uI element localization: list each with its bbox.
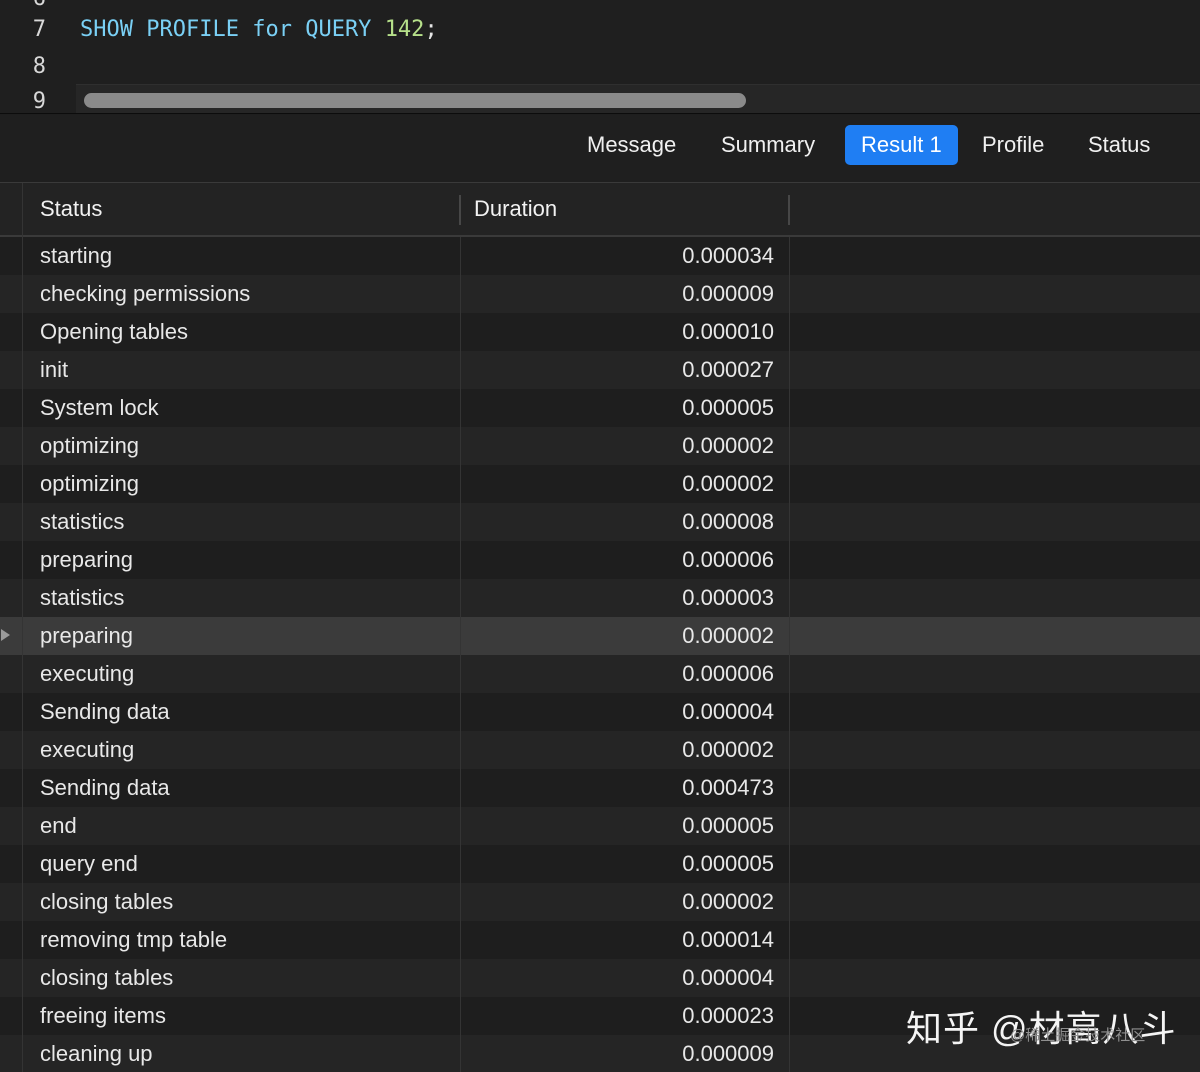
cell-duration[interactable]: 0.000027 [462,351,774,389]
sql-editor[interactable]: 6 7 8 9 SHOW PROFILE for QUERY 142; [0,0,1200,114]
column-header-duration[interactable]: Duration [474,183,557,235]
cell-status[interactable]: statistics [40,579,124,617]
line-number: 8 [0,54,46,79]
cell-status[interactable]: System lock [40,389,159,427]
cell-duration[interactable]: 0.000003 [462,579,774,617]
cell-duration[interactable]: 0.000034 [462,237,774,275]
cell-status[interactable]: Sending data [40,693,170,731]
cell-status[interactable]: preparing [40,617,133,655]
cell-duration[interactable]: 0.000002 [462,465,774,503]
tab-summary[interactable]: Summary [705,125,831,165]
current-row-indicator-icon [1,629,10,641]
sql-keyword: for [252,17,292,42]
column-resize-handle[interactable] [459,195,461,225]
table-row[interactable]: end 0.000005 [0,807,1200,845]
table-row[interactable]: closing tables 0.000002 [0,883,1200,921]
column-divider [789,237,790,1072]
cell-status[interactable]: optimizing [40,465,139,503]
result-grid[interactable]: Status Duration starting0.000034checking… [0,183,1200,1072]
cell-status[interactable]: executing [40,731,134,769]
tab-status[interactable]: Status [1072,125,1166,165]
sql-keyword: SHOW [80,17,133,42]
table-row[interactable]: executing 0.000002 [0,731,1200,769]
table-row[interactable]: Opening tables 0.000010 [0,313,1200,351]
line-number: 9 [0,89,46,114]
sql-number: 142 [385,17,425,42]
table-row[interactable]: Sending data 0.000473 [0,769,1200,807]
table-row[interactable]: statistics 0.000003 [0,579,1200,617]
table-row[interactable]: starting 0.000034 [0,237,1200,275]
cell-status[interactable]: optimizing [40,427,139,465]
cell-duration[interactable]: 0.000006 [462,655,774,693]
cell-duration[interactable]: 0.000009 [462,275,774,313]
cell-status[interactable]: checking permissions [40,275,250,313]
sql-terminator: ; [424,17,437,42]
cell-duration[interactable]: 0.000008 [462,503,774,541]
cell-status[interactable]: removing tmp table [40,921,227,959]
table-body: starting 0.000034 checking permissions 0.00… [0,237,1200,1072]
sql-keyword: PROFILE [146,17,239,42]
table-row[interactable]: executing 0.000006 [0,655,1200,693]
cell-duration[interactable]: 0.000005 [462,807,774,845]
cell-status[interactable]: Opening tables [40,313,188,351]
table-row[interactable]: removing tmp table 0.000014 [0,921,1200,959]
horizontal-scrollbar[interactable] [76,84,1200,114]
cell-status[interactable]: closing tables [40,883,173,921]
table-row[interactable]: optimizing 0.000002 [0,465,1200,503]
cell-duration[interactable]: 0.000010 [462,313,774,351]
cell-status[interactable]: end [40,807,77,845]
cell-status[interactable]: cleaning up [40,1035,153,1072]
line-number: 7 [0,17,46,42]
result-tabbar: Message Summary Result 1 Profile Status [0,115,1200,183]
table-row[interactable]: query end 0.000005 [0,845,1200,883]
watermark-sub: @稀土掘金技术社区 [1010,1024,1145,1045]
sql-keyword: QUERY [305,17,371,42]
cell-duration[interactable]: 0.000014 [462,921,774,959]
cell-status[interactable]: statistics [40,503,124,541]
cell-status[interactable]: starting [40,237,112,275]
cell-duration[interactable]: 0.000002 [462,617,774,655]
cell-status[interactable]: init [40,351,68,389]
cell-duration[interactable]: 0.000009 [462,1035,774,1072]
table-row[interactable]: closing tables 0.000004 [0,959,1200,997]
cell-duration[interactable]: 0.000002 [462,883,774,921]
tab-profile[interactable]: Profile [966,125,1060,165]
column-divider [460,237,461,1072]
cell-duration[interactable]: 0.000006 [462,541,774,579]
table-row[interactable]: System lock 0.000005 [0,389,1200,427]
cell-status[interactable]: Sending data [40,769,170,807]
line-number: 6 [0,0,46,11]
table-row[interactable]: preparing 0.000002 [0,617,1200,655]
table-row[interactable]: Sending data 0.000004 [0,693,1200,731]
cell-duration[interactable]: 0.000005 [462,845,774,883]
table-row[interactable]: optimizing 0.000002 [0,427,1200,465]
cell-duration[interactable]: 0.000005 [462,389,774,427]
cell-status[interactable]: executing [40,655,134,693]
column-resize-handle[interactable] [788,195,790,225]
row-gutter-divider [22,183,23,1072]
table-row[interactable]: checking permissions 0.000009 [0,275,1200,313]
tab-message[interactable]: Message [571,125,692,165]
table-row[interactable]: preparing 0.000006 [0,541,1200,579]
scrollbar-thumb[interactable] [84,93,746,108]
table-row[interactable]: statistics 0.000008 [0,503,1200,541]
code-line[interactable]: SHOW PROFILE for QUERY 142; [80,17,438,42]
cell-duration[interactable]: 0.000002 [462,731,774,769]
cell-duration[interactable]: 0.000004 [462,959,774,997]
cell-status[interactable]: freeing items [40,997,166,1035]
cell-duration[interactable]: 0.000004 [462,693,774,731]
tab-result-1[interactable]: Result 1 [845,125,958,165]
cell-duration[interactable]: 0.000002 [462,427,774,465]
cell-duration[interactable]: 0.000473 [462,769,774,807]
column-header-status[interactable]: Status [40,183,102,235]
cell-duration[interactable]: 0.000023 [462,997,774,1035]
cell-status[interactable]: closing tables [40,959,173,997]
cell-status[interactable]: query end [40,845,138,883]
divider [0,113,1200,114]
cell-status[interactable]: preparing [40,541,133,579]
table-row[interactable]: init 0.000027 [0,351,1200,389]
table-header: Status Duration [0,183,1200,237]
